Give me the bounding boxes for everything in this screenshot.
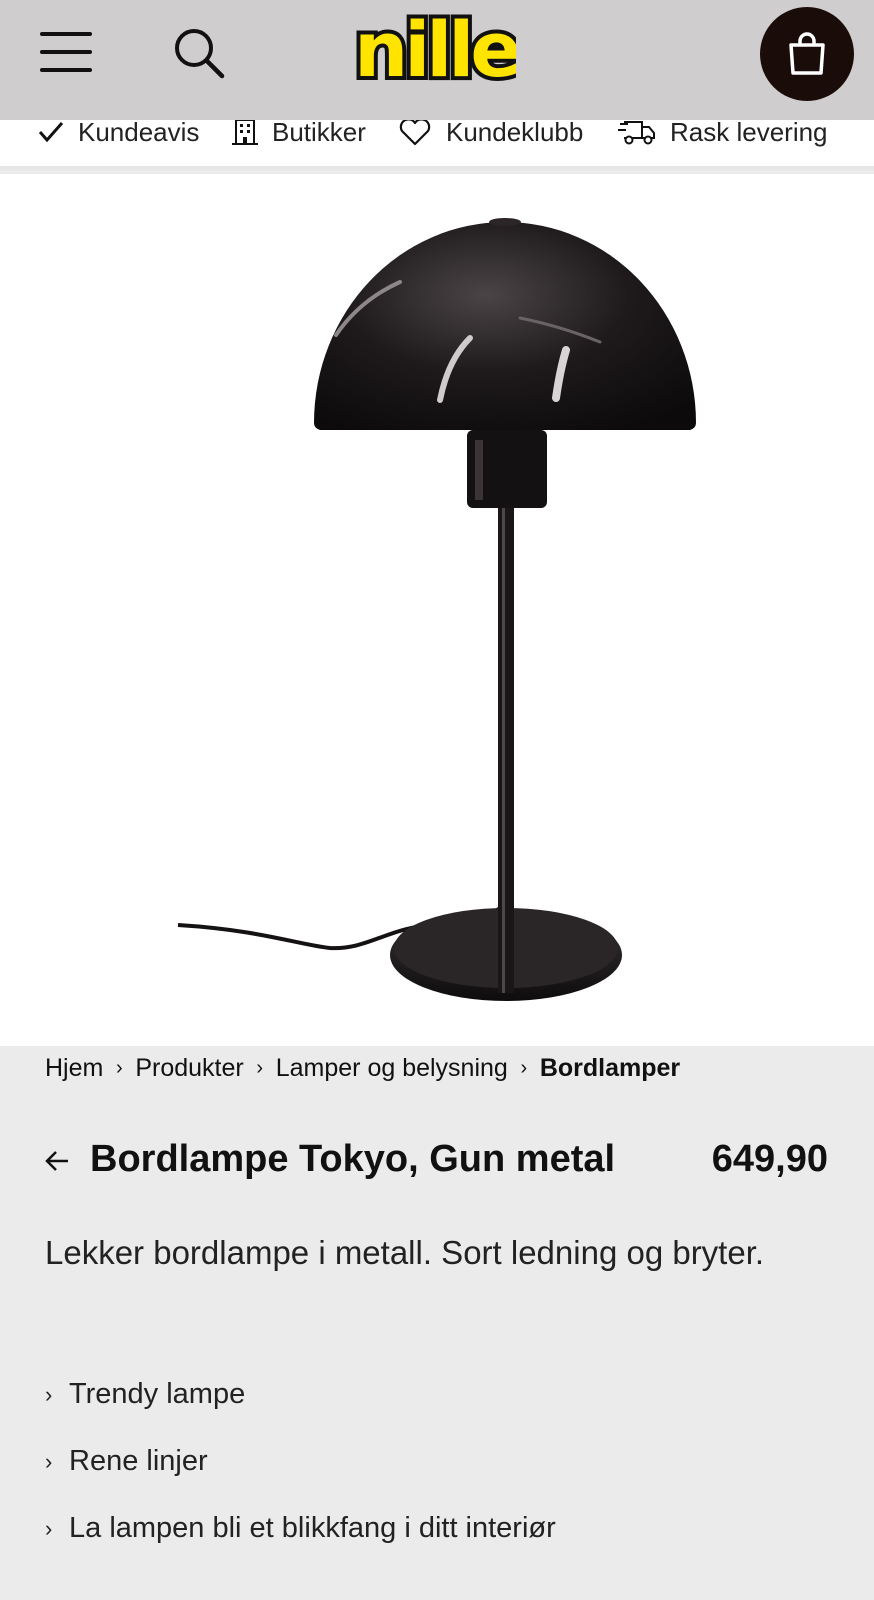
list-item: › Trendy lampe (45, 1378, 556, 1445)
usp-butikker[interactable]: Butikker (232, 120, 366, 154)
search-icon[interactable] (172, 26, 228, 82)
product-description: Lekker bordlampe i metall. Sort ledning … (45, 1234, 765, 1271)
heart-icon (399, 120, 431, 146)
hamburger-menu-icon[interactable] (40, 30, 94, 74)
usp-kundeklubb[interactable]: Kundeklubb (398, 120, 583, 154)
cart-button[interactable] (760, 7, 854, 101)
product-image[interactable] (0, 174, 874, 1046)
breadcrumb-item-bordlamper[interactable]: Bordlamper (540, 1054, 680, 1083)
delivery-truck-icon (618, 121, 655, 145)
table-lamp-image (177, 218, 696, 1001)
breadcrumb-item-produkter[interactable]: Produkter (135, 1054, 243, 1083)
chevron-right-icon: › (45, 1516, 53, 1541)
list-item: › Rene linjer (45, 1445, 556, 1512)
list-item: › La lampen bli et blikkfang i ditt inte… (45, 1512, 556, 1579)
feature-list: › Trendy lampe › Rene linjer › La lampen… (45, 1378, 556, 1579)
feature-text: Trendy lampe (69, 1378, 246, 1410)
usp-rask-levering[interactable]: Rask levering (618, 120, 828, 154)
usp-bar: Kundeavis Butikker Kundeklubb Rask lever… (0, 120, 874, 170)
chevron-right-icon: › (520, 1057, 528, 1079)
nille-logo[interactable]: nille (350, 1, 526, 98)
chevron-right-icon: › (45, 1382, 53, 1407)
back-arrow-icon[interactable] (44, 1148, 70, 1174)
chevron-right-icon: › (116, 1057, 123, 1079)
chevron-right-icon: › (45, 1449, 53, 1474)
usp-label: Butikker (272, 120, 366, 147)
product-title: Bordlampe Tokyo, Gun metal (90, 1138, 616, 1180)
breadcrumb-item-lamper[interactable]: Lamper og belysning (276, 1054, 508, 1083)
usp-label: Kundeklubb (446, 120, 584, 147)
usp-label: Kundeavis (78, 120, 200, 147)
checkmark-icon (38, 122, 64, 143)
feature-text: Rene linjer (69, 1445, 208, 1477)
product-price: 649,90 (711, 1138, 828, 1180)
feature-text: La lampen bli et blikkfang i ditt interi… (69, 1512, 556, 1544)
site-header: nille (0, 0, 874, 120)
chevron-right-icon: › (256, 1057, 264, 1079)
logo-text: nille (356, 5, 516, 90)
shopping-bag-icon (789, 32, 825, 75)
building-icon (232, 120, 258, 145)
breadcrumb: Hjem › Produkter › Lamper og belysning ›… (45, 1054, 680, 1083)
usp-label: Rask levering (670, 120, 828, 147)
breadcrumb-item-hjem[interactable]: Hjem (45, 1054, 103, 1083)
usp-kundeavis[interactable]: Kundeavis (38, 120, 199, 154)
